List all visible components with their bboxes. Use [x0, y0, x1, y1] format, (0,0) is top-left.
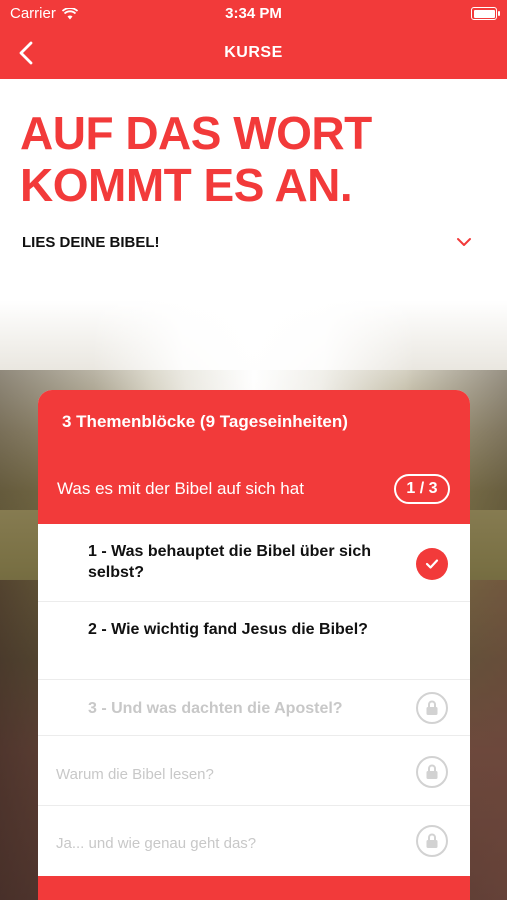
card-header: 3 Themenblöcke (9 Tageseinheiten) Was es…	[38, 390, 470, 524]
headline-line-1: AUF DAS WORT	[20, 107, 372, 159]
lock-icon	[416, 825, 448, 857]
chevron-down-icon[interactable]	[454, 234, 474, 250]
course-headline: AUF DAS WORT KOMMT ES AN.	[20, 107, 490, 211]
lesson-label: 3 - Und was dachten die Apostel?	[88, 700, 343, 717]
topic-label: Ja... und wie genau geht das?	[56, 835, 257, 852]
section-title[interactable]: Was es mit der Bibel auf sich hat	[57, 479, 304, 499]
nav-title: KURSE	[224, 44, 283, 61]
battery-icon	[471, 7, 500, 20]
lesson-label: 1 - Was behauptet die Bibel über sich se…	[88, 543, 372, 581]
lesson-label: 2 - Wie wichtig fand Jesus die Bibel?	[88, 621, 368, 638]
nav-bar: KURSE	[0, 27, 507, 79]
blocks-summary: 3 Themenblöcke (9 Tageseinheiten)	[62, 412, 348, 431]
course-subtitle: LIES DEINE BIBEL!	[22, 234, 160, 251]
clock: 3:34 PM	[225, 5, 282, 22]
headline-line-2: KOMMT ES AN.	[20, 159, 353, 211]
topic-item[interactable]: Ja... und wie genau geht das?	[38, 806, 470, 876]
lock-icon	[416, 692, 448, 724]
progress-badge: 1 / 3	[394, 474, 450, 504]
check-icon	[416, 548, 448, 580]
status-bar: Carrier 3:34 PM	[0, 0, 507, 27]
lesson-item[interactable]: 3 - Und was dachten die Apostel?	[38, 680, 470, 736]
topic-label: Warum die Bibel lesen?	[56, 766, 214, 783]
topic-item[interactable]: Warum die Bibel lesen?	[38, 736, 470, 806]
lesson-item[interactable]: 2 - Wie wichtig fand Jesus die Bibel?	[38, 602, 470, 680]
course-card: 3 Themenblöcke (9 Tageseinheiten) Was es…	[38, 390, 470, 900]
lock-icon	[416, 756, 448, 788]
lesson-item[interactable]: 1 - Was behauptet die Bibel über sich se…	[38, 524, 470, 602]
card-footer-bar	[38, 876, 470, 900]
